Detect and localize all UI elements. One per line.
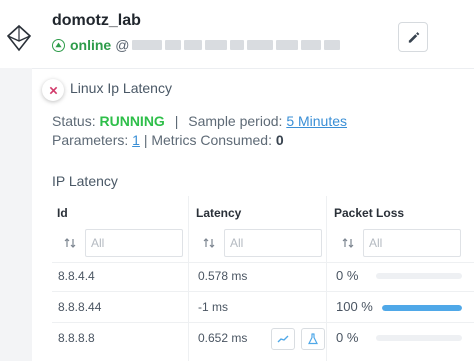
line-chart-icon bbox=[277, 335, 289, 343]
column-divider bbox=[326, 196, 327, 361]
packet-loss-bar bbox=[376, 273, 462, 279]
column-header-latency[interactable]: Latency bbox=[196, 206, 241, 220]
separator: | bbox=[143, 132, 148, 148]
driver-panel bbox=[32, 68, 474, 361]
sort-arrows-icon[interactable] bbox=[337, 232, 359, 254]
cell-id: 8.8.8.8 bbox=[58, 331, 95, 345]
cell-packet-loss: 100 % bbox=[336, 299, 373, 314]
history-button[interactable] bbox=[301, 328, 325, 350]
online-status-label: online bbox=[70, 37, 112, 53]
sort-arrows-icon[interactable] bbox=[198, 232, 220, 254]
status-value: RUNNING bbox=[99, 113, 165, 129]
agent-status-line: online @ bbox=[52, 37, 341, 53]
flask-icon bbox=[308, 333, 318, 345]
row-separator bbox=[52, 262, 474, 263]
cell-latency: 0.578 ms bbox=[198, 269, 248, 283]
latency-filter-input[interactable] bbox=[224, 229, 322, 257]
redacted-agent-address bbox=[129, 37, 341, 53]
driver-status-row: Status: RUNNING | Sample period: 5 Minut… bbox=[52, 113, 347, 129]
status-label: Status: bbox=[52, 113, 96, 129]
packet-loss-bar-fill bbox=[382, 305, 462, 311]
cell-latency: 0.652 ms bbox=[198, 331, 248, 345]
agent-header: domotz_lab online @ bbox=[0, 0, 474, 68]
id-filter-input[interactable] bbox=[85, 229, 183, 257]
table-title: IP Latency bbox=[52, 173, 118, 189]
cell-id: 8.8.8.44 bbox=[58, 300, 102, 314]
close-button[interactable] bbox=[42, 79, 64, 101]
sample-period-link[interactable]: 5 Minutes bbox=[286, 113, 347, 129]
cell-id: 8.8.4.4 bbox=[58, 269, 95, 283]
column-header-id[interactable]: Id bbox=[57, 206, 68, 220]
parameters-row: Parameters: 1 | Metrics Consumed: 0 bbox=[52, 132, 284, 148]
column-header-packet-loss[interactable]: Packet Loss bbox=[334, 206, 404, 220]
parameters-link[interactable]: 1 bbox=[132, 132, 140, 148]
metrics-consumed-label: Metrics Consumed: bbox=[151, 132, 272, 148]
filter-latency bbox=[198, 229, 322, 257]
close-icon bbox=[49, 86, 57, 94]
edit-button[interactable] bbox=[398, 22, 428, 52]
pencil-icon bbox=[408, 31, 419, 43]
cell-latency: -1 ms bbox=[198, 300, 228, 314]
cell-packet-loss: 0 % bbox=[336, 268, 359, 283]
sort-arrows-icon[interactable] bbox=[59, 232, 81, 254]
sample-period-label: Sample period: bbox=[188, 113, 283, 129]
metrics-consumed-value: 0 bbox=[275, 132, 284, 148]
agent-name: domotz_lab bbox=[52, 12, 141, 29]
column-divider bbox=[188, 196, 189, 361]
cell-packet-loss: 0 % bbox=[336, 330, 359, 345]
packet-loss-bar bbox=[382, 305, 462, 311]
domotz-diamond-logo-icon bbox=[6, 24, 32, 52]
left-strip bbox=[0, 68, 32, 361]
separator: | bbox=[174, 113, 179, 129]
arrow-up-circle-icon bbox=[52, 38, 65, 52]
filter-packet-loss bbox=[337, 229, 461, 257]
packet-loss-bar bbox=[376, 335, 462, 341]
graph-button[interactable] bbox=[271, 328, 295, 350]
panel-title: Linux Ip Latency bbox=[70, 80, 172, 96]
filter-id bbox=[59, 229, 183, 257]
row-separator bbox=[52, 322, 474, 323]
packet-loss-filter-input[interactable] bbox=[363, 229, 461, 257]
row-separator bbox=[52, 291, 474, 292]
at-sign: @ bbox=[115, 37, 130, 53]
parameters-label: Parameters: bbox=[52, 132, 129, 148]
